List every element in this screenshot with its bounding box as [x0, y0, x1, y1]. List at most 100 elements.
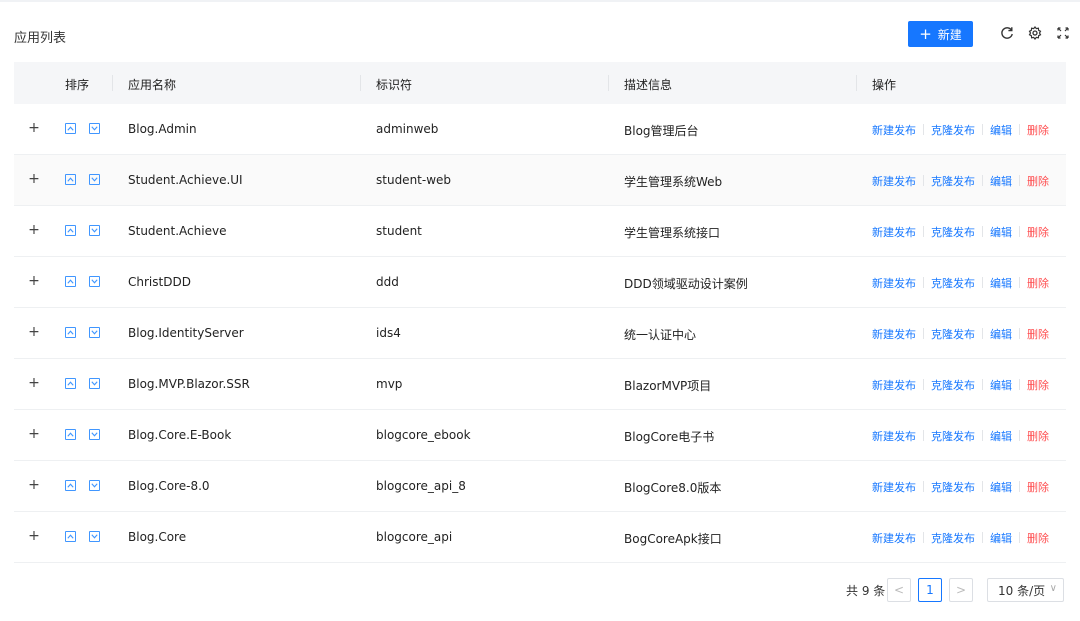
new-release-link[interactable]: 新建发布	[872, 275, 916, 291]
move-up-icon[interactable]	[65, 225, 76, 236]
column-header-identifier[interactable]: 标识符	[376, 76, 412, 93]
column-header-name[interactable]: 应用名称	[128, 76, 176, 93]
delete-link[interactable]: 删除	[1027, 530, 1049, 546]
identifier-cell: mvp	[376, 377, 403, 391]
clone-release-link[interactable]: 克隆发布	[931, 173, 975, 189]
action-divider	[1019, 532, 1020, 543]
refresh-icon[interactable]	[998, 23, 1016, 43]
table-row[interactable]: + Student.Achieve student 学生管理系统接口 新建发布 克隆发布编…	[14, 206, 1066, 257]
edit-link[interactable]: 编辑	[990, 224, 1012, 240]
new-button[interactable]: + 新建	[908, 21, 973, 47]
new-release-link[interactable]: 新建发布	[872, 224, 916, 240]
clone-release-link[interactable]: 克隆发布	[931, 122, 975, 138]
delete-link[interactable]: 删除	[1027, 275, 1049, 291]
settings-icon[interactable]	[1026, 23, 1044, 43]
new-release-link[interactable]: 新建发布	[872, 428, 916, 444]
delete-link[interactable]: 删除	[1027, 224, 1049, 240]
move-up-icon[interactable]	[65, 276, 76, 287]
move-up-icon[interactable]	[65, 123, 76, 134]
move-down-icon[interactable]	[89, 174, 100, 185]
action-divider	[923, 124, 924, 135]
new-release-link[interactable]: 新建发布	[872, 479, 916, 495]
column-header-description[interactable]: 描述信息	[624, 76, 672, 93]
action-divider	[982, 481, 983, 492]
app-name-cell: Student.Achieve	[128, 224, 227, 238]
expand-row-icon[interactable]: +	[28, 121, 40, 135]
table-row[interactable]: + Blog.IdentityServer ids4 统一认证中心 新建发布 克隆发布 编辑…	[14, 308, 1066, 359]
delete-link[interactable]: 删除	[1027, 326, 1049, 342]
next-page-button[interactable]: >	[949, 578, 973, 602]
expand-row-icon[interactable]: +	[28, 478, 40, 492]
column-divider	[360, 75, 361, 91]
expand-row-icon[interactable]: +	[28, 427, 40, 441]
new-release-link[interactable]: 新建发布	[872, 326, 916, 342]
move-down-icon[interactable]	[89, 276, 100, 287]
move-down-icon[interactable]	[89, 480, 100, 491]
identifier-cell: student	[376, 224, 422, 238]
edit-link[interactable]: 编辑	[990, 428, 1012, 444]
fullscreen-icon[interactable]	[1054, 23, 1072, 43]
table-row[interactable]: + Blog.MVP.Blazor.SSR mvp BlazorMVP项目 新建发布 克隆…	[14, 359, 1066, 410]
edit-link[interactable]: 编辑	[990, 479, 1012, 495]
move-up-icon[interactable]	[65, 531, 76, 542]
expand-row-icon[interactable]: +	[28, 223, 40, 237]
delete-link[interactable]: 删除	[1027, 173, 1049, 189]
move-down-icon[interactable]	[89, 327, 100, 338]
description-cell: BlogCore电子书	[624, 430, 715, 444]
delete-link[interactable]: 删除	[1027, 428, 1049, 444]
table-row[interactable]: + Blog.Core.E-Book blogcore_ebook BlogCore电…	[14, 410, 1066, 461]
move-up-icon[interactable]	[65, 327, 76, 338]
move-down-icon[interactable]	[89, 429, 100, 440]
clone-release-link[interactable]: 克隆发布	[931, 428, 975, 444]
new-release-link[interactable]: 新建发布	[872, 122, 916, 138]
edit-link[interactable]: 编辑	[990, 530, 1012, 546]
clone-release-link[interactable]: 克隆发布	[931, 530, 975, 546]
action-divider	[982, 226, 983, 237]
app-name-cell: Blog.Core	[128, 530, 187, 544]
page-1-button[interactable]: 1	[918, 578, 942, 602]
page-size-select[interactable]: 10 条/页 ∨	[987, 578, 1064, 602]
expand-row-icon[interactable]: +	[28, 325, 40, 339]
move-down-icon[interactable]	[89, 123, 100, 134]
delete-link[interactable]: 删除	[1027, 479, 1049, 495]
edit-link[interactable]: 编辑	[990, 377, 1012, 393]
action-divider	[1019, 430, 1020, 441]
move-up-icon[interactable]	[65, 480, 76, 491]
clone-release-link[interactable]: 克隆发布	[931, 275, 975, 291]
edit-link[interactable]: 编辑	[990, 275, 1012, 291]
table-row[interactable]: + Blog.Core blogcore_api BogCoreApk接口 新建发布 克隆…	[14, 512, 1066, 563]
table-row[interactable]: + ChristDDD ddd DDD领域驱动设计案例 新建发布 克隆发布 编辑 删除	[14, 257, 1066, 308]
clone-release-link[interactable]: 克隆发布	[931, 224, 975, 240]
edit-link[interactable]: 编辑	[990, 173, 1012, 189]
toolbar-icons	[998, 23, 1072, 43]
move-down-icon[interactable]	[89, 378, 100, 389]
delete-link[interactable]: 删除	[1027, 377, 1049, 393]
clone-release-link[interactable]: 克隆发布	[931, 377, 975, 393]
action-divider	[1019, 379, 1020, 390]
expand-row-icon[interactable]: +	[28, 529, 40, 543]
new-release-link[interactable]: 新建发布	[872, 377, 916, 393]
move-up-icon[interactable]	[65, 429, 76, 440]
column-header-sort[interactable]: 排序	[65, 76, 89, 93]
action-divider	[1019, 328, 1020, 339]
move-down-icon[interactable]	[89, 531, 100, 542]
clone-release-link[interactable]: 克隆发布	[931, 479, 975, 495]
new-release-link[interactable]: 新建发布	[872, 530, 916, 546]
expand-row-icon[interactable]: +	[28, 172, 40, 186]
description-cell: BogCoreApk接口	[624, 532, 722, 546]
edit-link[interactable]: 编辑	[990, 122, 1012, 138]
table-row[interactable]: + Blog.Core-8.0 blogcore_api_8 BlogCore8.0版…	[14, 461, 1066, 512]
expand-row-icon[interactable]: +	[28, 376, 40, 390]
prev-page-button[interactable]: <	[887, 578, 911, 602]
table-row[interactable]: + Student.Achieve.UI student-web 学生管理系统Web 新…	[14, 155, 1066, 206]
edit-link[interactable]: 编辑	[990, 326, 1012, 342]
table-row[interactable]: + Blog.Admin adminweb Blog管理后台 新建发布 克隆发布 编辑 删除	[14, 104, 1066, 155]
expand-row-icon[interactable]: +	[28, 274, 40, 288]
delete-link[interactable]: 删除	[1027, 122, 1049, 138]
move-up-icon[interactable]	[65, 174, 76, 185]
app-name-cell: Blog.Core-8.0	[128, 479, 210, 493]
new-release-link[interactable]: 新建发布	[872, 173, 916, 189]
move-up-icon[interactable]	[65, 378, 76, 389]
move-down-icon[interactable]	[89, 225, 100, 236]
clone-release-link[interactable]: 克隆发布	[931, 326, 975, 342]
